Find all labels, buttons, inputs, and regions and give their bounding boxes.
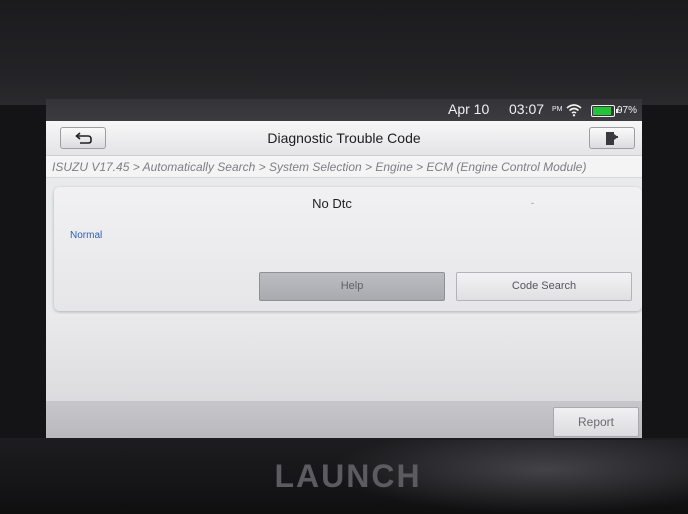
status-date: Apr 10 (448, 101, 490, 117)
report-button[interactable]: Report (553, 407, 639, 437)
device-frame-top (0, 0, 688, 105)
breadcrumb: ISUZU V17.45 > Automatically Search > Sy… (46, 156, 642, 178)
status-time: 03:07 (509, 101, 545, 117)
exit-door-icon (606, 132, 618, 145)
help-button[interactable]: Help (259, 272, 445, 301)
status-bar: Apr 10 03:07 PM 97% (46, 99, 642, 121)
dtc-dash: - (531, 198, 534, 208)
dtc-result-card: No Dtc - Normal Help Code Search (54, 187, 642, 311)
code-search-button[interactable]: Code Search (456, 272, 632, 301)
dtc-heading: No Dtc (312, 196, 352, 211)
system-status: Normal (70, 230, 103, 241)
footer-toolbar: Report (46, 401, 642, 439)
status-ampm: PM (552, 106, 563, 113)
device-screen: Apr 10 03:07 PM 97% Diagnostic Trouble C… (46, 99, 642, 439)
title-bar: Diagnostic Trouble Code (46, 121, 642, 156)
page-title: Diagnostic Trouble Code (267, 130, 421, 146)
exit-button[interactable] (589, 127, 635, 149)
wifi-icon (566, 103, 582, 117)
content-area (46, 314, 642, 401)
battery-percent: 97% (617, 105, 638, 116)
battery-icon (591, 105, 618, 117)
brand-logo: LAUNCH (274, 458, 422, 494)
